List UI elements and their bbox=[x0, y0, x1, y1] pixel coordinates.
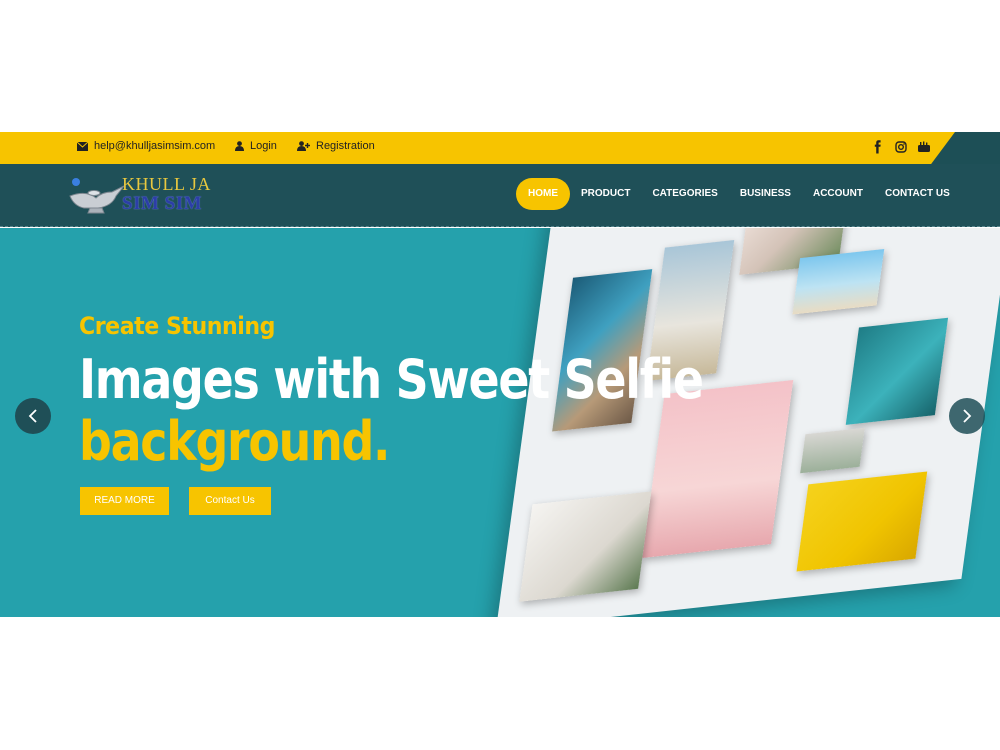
login-text: Login bbox=[250, 140, 277, 152]
nav-item-categories[interactable]: CATEGORIES bbox=[641, 178, 728, 210]
social-links bbox=[862, 140, 931, 154]
facebook-icon[interactable] bbox=[871, 140, 885, 154]
hero-title-line-1: Images with Sweet Selfie bbox=[79, 348, 704, 411]
logo-text-top: KHULL JA bbox=[122, 174, 211, 194]
registration-link[interactable]: Registration bbox=[297, 140, 375, 152]
main-navbar: KHULL JA SIM SIM HOME PRODUCT CATEGORIES… bbox=[0, 164, 1000, 227]
contact-us-button[interactable]: Contact Us bbox=[189, 487, 271, 515]
hero-collage-board bbox=[495, 228, 1000, 617]
instagram-icon[interactable] bbox=[894, 140, 908, 154]
logo[interactable]: KHULL JA SIM SIM bbox=[66, 170, 226, 220]
nav-item-product[interactable]: PRODUCT bbox=[570, 178, 641, 210]
youtube-icon[interactable] bbox=[917, 140, 931, 154]
collage-photo-desk bbox=[519, 491, 652, 602]
envelope-icon bbox=[77, 141, 88, 151]
email-text: help@khulljasimsim.com bbox=[94, 140, 216, 152]
hero-slider: Create Stunning Images with Sweet Selfie… bbox=[0, 228, 1000, 617]
nav-item-business[interactable]: BUSINESS bbox=[729, 178, 802, 210]
nav-item-account[interactable]: ACCOUNT bbox=[802, 178, 874, 210]
logo-text-bottom: SIM SIM bbox=[122, 193, 203, 214]
nav-item-home[interactable]: HOME bbox=[516, 178, 570, 210]
chevron-left-icon bbox=[28, 409, 37, 423]
login-link[interactable]: Login bbox=[235, 140, 277, 152]
top-bar: help@khulljasimsim.com Login Registratio… bbox=[0, 132, 1000, 164]
collage-photo-beach bbox=[792, 248, 885, 315]
user-plus-icon bbox=[297, 141, 310, 151]
slider-prev-button[interactable] bbox=[15, 398, 51, 434]
nav-item-contact-us[interactable]: CONTACT US bbox=[874, 178, 961, 210]
collage-photo-yellow-wall bbox=[796, 471, 928, 572]
magic-lamp-icon bbox=[69, 178, 125, 214]
collage-photo-teal-door bbox=[845, 317, 949, 425]
chevron-right-icon bbox=[963, 409, 972, 423]
page: help@khulljasimsim.com Login Registratio… bbox=[0, 0, 1000, 750]
hero-subtitle: Create Stunning bbox=[79, 312, 276, 340]
registration-text: Registration bbox=[316, 140, 375, 152]
read-more-button[interactable]: READ MORE bbox=[80, 487, 169, 515]
hero-title-line-2: background. bbox=[79, 410, 390, 473]
primary-nav: HOME PRODUCT CATEGORIES BUSINESS ACCOUNT… bbox=[516, 178, 961, 210]
slider-next-button[interactable] bbox=[949, 398, 985, 434]
collage-photo-bikes bbox=[800, 427, 865, 474]
email-link[interactable]: help@khulljasimsim.com bbox=[77, 140, 215, 152]
user-icon bbox=[235, 141, 244, 151]
